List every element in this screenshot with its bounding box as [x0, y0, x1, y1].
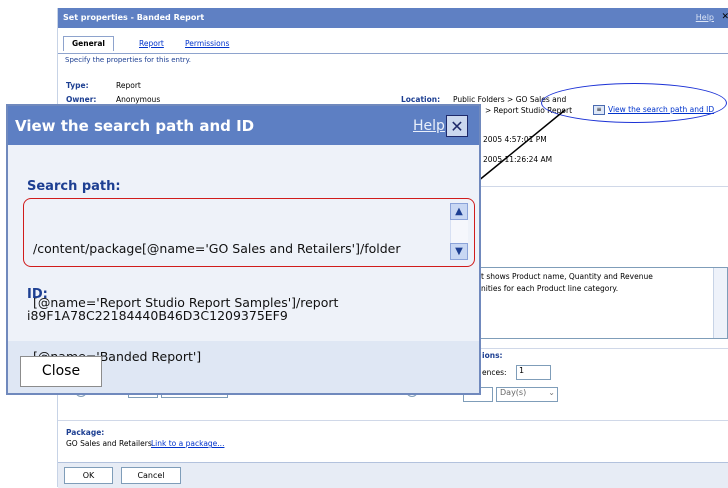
close-icon[interactable]: ✕	[446, 115, 468, 137]
dialog-title: View the search path and ID	[15, 117, 255, 135]
search-path-dialog: View the search path and ID Help ✕ Searc…	[6, 104, 481, 395]
dialog-body: Search path: /content/package[@name='GO …	[8, 145, 479, 364]
dialog-titlebar: View the search path and ID Help ✕	[8, 106, 479, 145]
search-path-label: Search path:	[27, 179, 121, 194]
close-button[interactable]: Close	[20, 356, 102, 387]
annotation-red-box	[23, 198, 475, 267]
id-value: i89F1A78C22184440B46D3C1209375EF9	[27, 308, 288, 323]
dialog-help-link[interactable]: Help	[413, 118, 445, 134]
id-label: ID:	[27, 287, 48, 302]
